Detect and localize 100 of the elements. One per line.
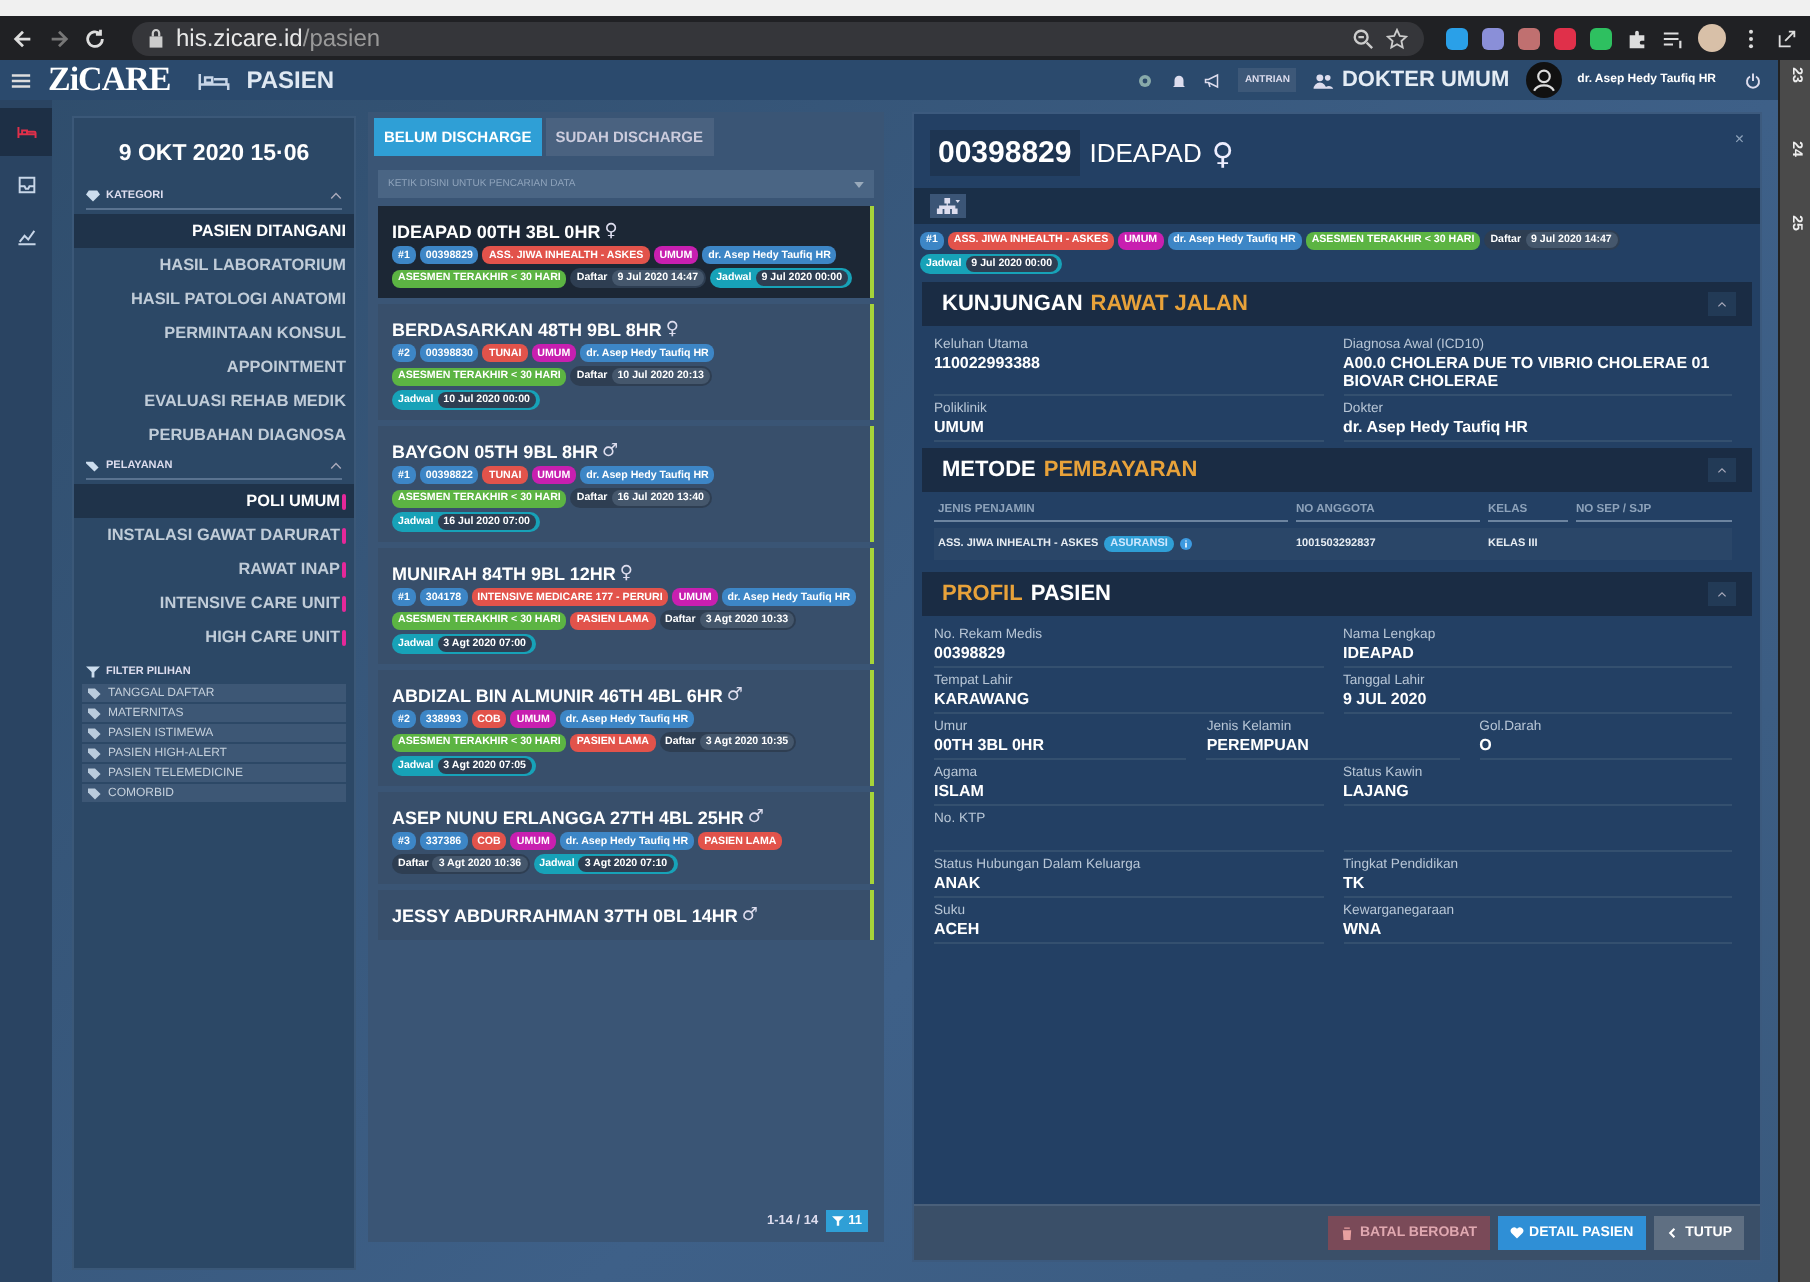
zoom-icon[interactable] [1352, 27, 1374, 49]
section-title: KUNJUNGAN [942, 292, 1083, 316]
field-value: 00TH 3BL 0HR [934, 736, 1046, 754]
patient-name: JESSY ABDURRAHMAN 37TH 0BL 14HR [392, 906, 738, 926]
menu-item[interactable]: PERMINTAAN KONSUL [74, 316, 354, 350]
field-value: TK [1343, 874, 1367, 892]
status-marker [342, 493, 346, 509]
reload-icon[interactable] [84, 27, 106, 49]
patient-name: MUNIRAH 84TH 9BL 12HR [392, 564, 616, 584]
back-icon[interactable] [12, 27, 34, 49]
field-value: IDEAPAD [1343, 644, 1416, 662]
field-value: 110022993388 [934, 354, 1042, 372]
menu-item[interactable]: HIGH CARE UNIT [74, 620, 354, 654]
forward-icon[interactable] [48, 27, 70, 49]
patient-card[interactable]: JESSY ABDURRAHMAN 37TH 0BL 14HR ♂ [378, 890, 874, 940]
extension-icon[interactable] [1590, 27, 1612, 49]
nav-button[interactable] [0, 108, 52, 156]
bell-icon[interactable] [1170, 71, 1189, 89]
menu-item[interactable]: PASIEN DITANGANI [74, 214, 354, 248]
bed-icon [198, 69, 231, 91]
menu-item-label: HIGH CARE UNIT [205, 628, 340, 646]
address-bar[interactable]: his.zicare.id/pasien [132, 21, 1424, 55]
status-marker [342, 595, 346, 611]
section-title: METODE [942, 458, 1036, 482]
menu-icon[interactable] [10, 69, 32, 91]
tags-icon [86, 460, 100, 472]
sex-symbol: ♀ [619, 564, 633, 584]
sex-symbol: ♂ [602, 442, 619, 462]
field-value: PEREMPUAN [1206, 736, 1311, 754]
field-value: UMUM [934, 418, 986, 436]
section-title: RAWAT JALAN [1090, 292, 1248, 316]
patient-name: IDEAPAD 00TH 3BL 0HR [392, 222, 601, 242]
sex-symbol: ♀ [665, 320, 679, 340]
extension-icon[interactable] [1482, 27, 1504, 49]
section-title: PASIEN [1030, 582, 1111, 606]
menu-item[interactable]: INSTALASI GAWAT DARURAT [74, 518, 354, 552]
menu-item-label: RAWAT INAP [238, 560, 340, 578]
field-value: LAJANG [1343, 782, 1411, 800]
avatar-icon[interactable] [1525, 62, 1562, 98]
chart-icon [15, 225, 37, 247]
puzzle-icon[interactable] [1626, 27, 1648, 49]
field-value: ANAK [934, 874, 983, 892]
logo: ZiCARE [48, 60, 171, 100]
patient-name: ASEP NUNU ERLANGGA 27TH 4BL 25HR [392, 808, 744, 828]
extension-icon[interactable] [1518, 27, 1540, 49]
field-value: A00.0 CHOLERA DUE TO VIBRIO CHOLERAE 01 BIOVAR CHOLERAE [1343, 354, 1712, 390]
bed-icon [15, 121, 37, 143]
status-marker [342, 629, 346, 645]
gem-icon [86, 190, 100, 202]
url-text: his.zicare.id/pasien [176, 24, 383, 52]
menu-item[interactable]: INTENSIVE CARE UNIT [74, 586, 354, 620]
menu-item-label: HASIL LABORATORIUM [159, 256, 346, 274]
settings-icon[interactable] [1136, 71, 1155, 89]
sex-symbol: ♂ [747, 808, 764, 828]
field-value: ISLAM [934, 782, 986, 800]
close-button[interactable]: × [1734, 130, 1744, 148]
status-marker [342, 527, 346, 543]
menu-item-label: PASIEN DITANGANI [191, 222, 346, 240]
field-value: dr. Asep Hedy Taufiq HR [1343, 418, 1530, 436]
chevron-left-icon [1665, 1226, 1680, 1240]
menu-item[interactable]: RAWAT INAP [74, 552, 354, 586]
field-value: O [1479, 736, 1494, 754]
filter-icon [86, 666, 100, 678]
patient-name: IDEAPAD [1089, 138, 1202, 168]
heart-icon [1509, 1226, 1524, 1240]
lock-icon [148, 28, 164, 48]
extension-icon[interactable] [1446, 27, 1468, 49]
patient-name: ABDIZAL BIN ALMUNIR 46TH 4BL 6HR [392, 686, 723, 706]
date-time: 9 OKT 2020 15·06 [116, 140, 312, 170]
menu-item-label: PERUBAHAN DIAGNOSA [148, 426, 346, 444]
page-title: PASIEN [246, 66, 335, 94]
sex-symbol: ♂ [726, 686, 743, 706]
info-icon[interactable] [1179, 538, 1192, 550]
menu-item[interactable]: HASIL LABORATORIUM [74, 248, 354, 282]
sex-symbol: ♀ [604, 222, 618, 242]
profile-avatar[interactable] [1698, 24, 1726, 52]
star-icon[interactable] [1386, 27, 1408, 49]
menu-item[interactable]: EVALUASI REHAB MEDIK [74, 384, 354, 418]
patient-name: BAYGON 05TH 9BL 8HR [392, 442, 599, 462]
chevron-icon [330, 192, 342, 200]
megaphone-icon[interactable] [1204, 71, 1223, 89]
menu-item[interactable]: POLI UMUM [74, 484, 354, 518]
menu-item-label: HASIL PATOLOGI ANATOMI [131, 290, 346, 308]
chevron-up-icon [1716, 466, 1728, 474]
menu-item[interactable]: HASIL PATOLOGI ANATOMI [74, 282, 354, 316]
patient-name: BERDASARKAN 48TH 9BL 8HR [392, 320, 662, 340]
field-value: 9 JUL 2020 [1343, 690, 1429, 708]
menu-item-label: PERMINTAAN KONSUL [164, 324, 346, 342]
external-link-icon[interactable] [1776, 27, 1798, 49]
field-value: KARAWANG [934, 690, 1032, 708]
menu-item[interactable]: PERUBAHAN DIAGNOSA [74, 418, 354, 452]
sex-symbol: ♀ [1211, 135, 1234, 171]
playlist-icon[interactable] [1662, 27, 1684, 49]
status-marker [342, 561, 346, 577]
power-icon[interactable] [1744, 71, 1762, 89]
field-value: WNA [1343, 920, 1384, 938]
role-label: DOKTER UMUM [1341, 68, 1510, 92]
extension-icon[interactable] [1554, 27, 1576, 49]
menu-item[interactable]: APPOINTMENT [74, 350, 354, 384]
hierarchy-dropdown-button[interactable] [930, 194, 966, 218]
